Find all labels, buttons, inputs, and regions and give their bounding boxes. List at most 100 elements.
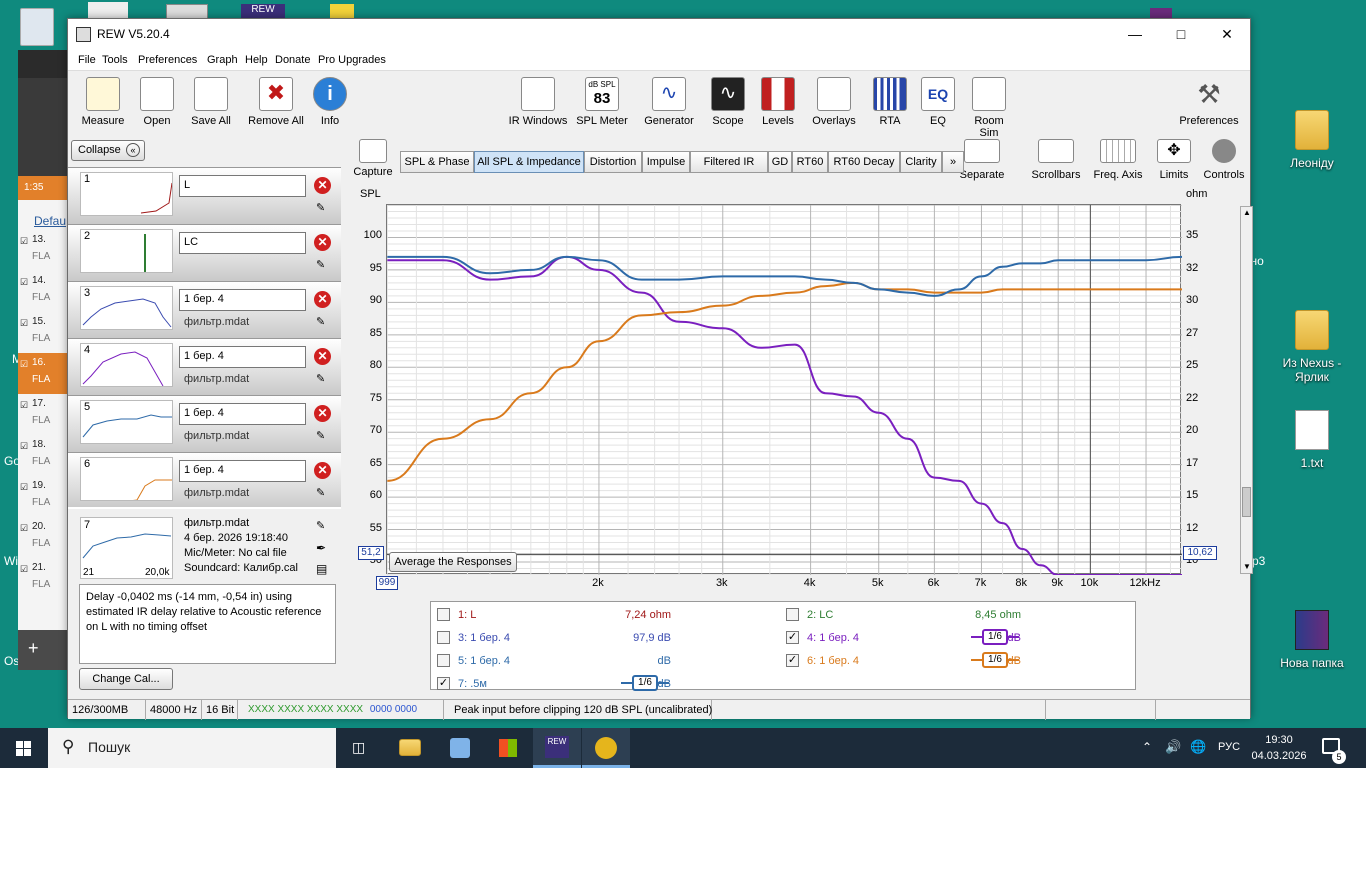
edit-notes-icon[interactable]: ✎ (316, 315, 330, 329)
checkbox-icon[interactable]: ☑ (20, 400, 28, 411)
info-button[interactable]: i Info (310, 77, 350, 127)
title-bar[interactable]: REW V5.20.4 — □ ✕ (68, 19, 1250, 49)
legend-checkbox[interactable] (437, 654, 450, 667)
graph-tab[interactable]: SPL & Phase (400, 151, 474, 173)
background-app-row[interactable]: ☑ 20. FLA (18, 517, 70, 558)
spl-meter-button[interactable]: dB SPL 83 SPL Meter (574, 77, 630, 127)
freq-axis-button[interactable]: Freq. Axis (1090, 139, 1146, 181)
checkbox-icon[interactable]: ☑ (20, 523, 28, 534)
measurement-name-field[interactable]: 1 бер. 4 (179, 346, 306, 368)
rew-window[interactable]: REW V5.20.4 — □ ✕ File Tools Preferences… (67, 18, 1253, 720)
change-cal-button[interactable]: Change Cal... (79, 668, 173, 690)
checkbox-icon[interactable]: ☑ (20, 318, 28, 329)
recycle-bin-icon[interactable] (20, 8, 54, 46)
measurement-name-field[interactable]: 1 бер. 4 (179, 460, 306, 482)
desktop-icon-file[interactable]: 1.txt (1272, 410, 1352, 470)
preferences-button[interactable]: ⚒ Preferences (1174, 77, 1244, 127)
measurement-thumbnail[interactable] (80, 400, 173, 444)
generator-button[interactable]: ∿ Generator (640, 77, 698, 127)
checkbox-icon[interactable]: ☑ (20, 236, 28, 247)
start-button[interactable] (0, 728, 48, 768)
graph-tab[interactable]: Clarity (900, 151, 942, 173)
edit-notes-icon[interactable]: ✎ (316, 258, 330, 272)
clock[interactable]: 19:30 04.03.2026 (1246, 732, 1312, 764)
delete-measurement-icon[interactable]: ✕ (314, 177, 331, 194)
graph-tab[interactable]: Filtered IR (690, 151, 768, 173)
checkbox-icon[interactable]: ☑ (20, 359, 28, 370)
measurement-item[interactable]: 6 1 бер. 4 ✕ ✎ фильтр.mdat (68, 452, 341, 509)
checkbox-icon[interactable]: ☑ (20, 441, 28, 452)
edit-notes-icon[interactable]: ✎ (316, 486, 330, 500)
rew-taskbar-button[interactable]: REW (533, 728, 581, 768)
delete-measurement-icon[interactable]: ✕ (314, 291, 331, 308)
background-app-row[interactable]: ☑ 17. FLA (18, 394, 70, 435)
vertical-scrollbar[interactable]: ▲ ▼ (1240, 206, 1253, 574)
close-button[interactable]: ✕ (1204, 19, 1250, 49)
measurement-thumbnail[interactable] (80, 229, 173, 273)
menu-help[interactable]: Help (245, 54, 268, 66)
foobar-taskbar-button[interactable] (582, 728, 630, 768)
graph-tab[interactable]: Distortion (584, 151, 642, 173)
language-indicator[interactable]: РУС (1218, 741, 1240, 753)
background-app-row[interactable]: ☑ 18. FLA (18, 435, 70, 476)
pen-icon[interactable]: ✒ (316, 541, 326, 555)
collapse-button[interactable]: Collapse « (71, 140, 145, 161)
edit-notes-icon[interactable]: ✎ (316, 372, 330, 386)
taskbar-app-button[interactable] (436, 728, 484, 768)
chevron-up-icon[interactable]: ⌃ (1142, 740, 1152, 754)
scroll-down-icon[interactable]: ▼ (1243, 562, 1251, 571)
capture-button[interactable]: Capture (352, 139, 394, 178)
x-start-readout[interactable]: 999 (376, 576, 398, 590)
measurement-name-field[interactable]: L (179, 175, 306, 197)
taskbar-search[interactable]: ⚲ Пошук (48, 728, 336, 768)
measurement-thumbnail[interactable]: 7 21 20,0k (80, 517, 173, 579)
ir-windows-button[interactable]: IR Windows (506, 77, 570, 127)
graph-tab[interactable]: » (942, 151, 964, 173)
measurement-name-field[interactable]: 1 бер. 4 (179, 289, 306, 311)
eq-button[interactable]: EQ EQ (920, 77, 956, 127)
smoothing-indicator[interactable]: 1/6 (621, 675, 669, 691)
measurement-thumbnail[interactable] (80, 172, 173, 216)
legend-checkbox[interactable] (786, 608, 799, 621)
graph-tab[interactable]: All SPL & Impedance (474, 151, 584, 173)
rta-button[interactable]: RTA (870, 77, 910, 127)
open-button[interactable]: Open (136, 77, 178, 127)
checkbox-icon[interactable]: ☑ (20, 564, 28, 575)
legend-checkbox[interactable]: ✓ (437, 677, 450, 690)
delete-measurement-icon[interactable]: ✕ (314, 405, 331, 422)
desktop-icon-folder[interactable]: Леоніду (1272, 110, 1352, 170)
network-icon[interactable]: 🌐 (1190, 739, 1206, 755)
average-responses-button[interactable]: Average the Responses (389, 552, 517, 572)
menu-tools[interactable]: Tools (102, 54, 128, 66)
measurement-name-field[interactable]: 1 бер. 4 (179, 403, 306, 425)
delete-measurement-icon[interactable]: ✕ (314, 234, 331, 251)
legend-checkbox[interactable]: ✓ (786, 654, 799, 667)
background-app-row[interactable]: ☑ 14. FLA (18, 271, 70, 312)
measurement-name-field[interactable]: LC (179, 232, 306, 254)
remove-all-button[interactable]: ✖ Remove All (244, 77, 308, 127)
desktop-icon-shortcut[interactable]: Из Nexus - Ярлик (1272, 310, 1352, 384)
graph-tab[interactable]: RT60 Decay (828, 151, 900, 173)
legend-checkbox[interactable] (437, 608, 450, 621)
plot-area[interactable]: Average the Responses (386, 204, 1183, 576)
measurement-thumbnail[interactable] (80, 457, 173, 501)
smoothing-indicator[interactable]: 1/6 (971, 629, 1019, 645)
checkbox-icon[interactable]: ☑ (20, 277, 28, 288)
smoothing-indicator[interactable]: 1/6 (971, 652, 1019, 668)
edit-notes-icon[interactable]: ✎ (316, 201, 330, 215)
scroll-thumb[interactable] (1242, 487, 1251, 517)
file-explorer-button[interactable] (386, 728, 434, 768)
measurement-item[interactable]: 2 LC ✕ ✎ (68, 224, 341, 281)
graph-tab[interactable]: GD (768, 151, 792, 173)
measurement-item[interactable]: 5 1 бер. 4 ✕ ✎ фильтр.mdat (68, 395, 341, 452)
measurement-thumbnail[interactable] (80, 286, 173, 330)
task-view-button[interactable]: ◫ (336, 728, 384, 768)
edit-notes-icon[interactable]: ✎ (316, 519, 325, 532)
levels-button[interactable]: Levels (756, 77, 800, 127)
checkbox-icon[interactable]: ☑ (20, 482, 28, 493)
background-app-window[interactable]: 1:35 Defau ☑ 13. FLA ☑ 14. FLA ☑ 15. FLA ☑ 16. FLA ☑… (18, 50, 70, 670)
volume-icon[interactable]: 🔊 (1165, 739, 1181, 755)
background-app-row[interactable]: ☑ 16. FLA (18, 353, 70, 394)
background-app-row[interactable]: ☑ 13. FLA (18, 230, 70, 271)
measurement-item[interactable]: 4 1 бер. 4 ✕ ✎ фильтр.mdat (68, 338, 341, 395)
